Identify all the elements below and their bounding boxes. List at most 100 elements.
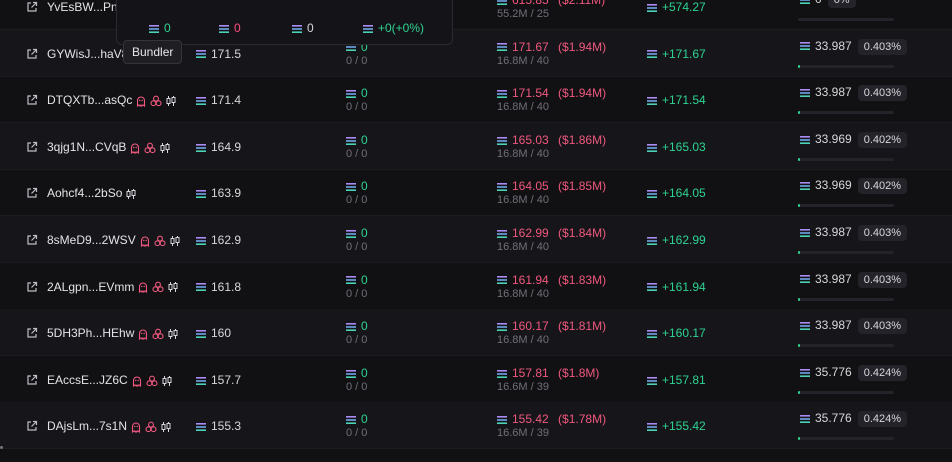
external-link-icon[interactable] <box>26 94 38 106</box>
bought-value: 0 <box>361 132 368 147</box>
external-link-icon[interactable] <box>26 234 38 246</box>
sold-sub: 16.8M / 40 <box>497 241 549 253</box>
external-link-icon[interactable] <box>26 281 38 293</box>
table-row[interactable]: Aohcf4...2bSo 163.9 0 0 / 0 164.05 ($1.85M) 1… <box>0 169 952 217</box>
wallet-address-text[interactable]: 5DH3Ph...HEhw <box>47 326 134 340</box>
sol-icon <box>647 236 657 245</box>
balance-value: 161.8 <box>211 279 242 294</box>
remaining-value: 35.776 <box>815 364 852 379</box>
summary-sold: 0 <box>219 21 241 35</box>
wallet-address[interactable]: YvEsBW...Pnu <box>47 0 124 14</box>
pnl-cell: +157.81 <box>647 373 706 387</box>
remaining-cell: 33.969 0.402% <box>800 178 908 195</box>
balance-cell: 171.5 <box>196 47 241 61</box>
external-link-icon[interactable] <box>26 141 38 153</box>
bought-cell: 0 <box>346 133 368 147</box>
sold-usd: ($1.8M) <box>558 365 600 380</box>
table-row[interactable]: DAjsLm...7s1N 155.3 0 0 / 0 155.42 ($1.78M) 1… <box>0 402 952 450</box>
remaining-progress-bar <box>798 64 894 68</box>
sol-icon <box>196 50 206 59</box>
sol-icon <box>497 369 507 378</box>
scroll-indicator <box>0 446 3 449</box>
sol-icon <box>800 415 810 424</box>
external-link-icon[interactable] <box>26 374 38 386</box>
bought-value: 0 <box>361 365 368 380</box>
sol-icon <box>647 190 657 199</box>
pnl-value: +155.42 <box>662 419 706 434</box>
wallet-address-text[interactable]: EAccsE...JZ6C <box>47 373 128 387</box>
remaining-progress-bar <box>798 390 894 394</box>
wallet-address-text[interactable]: Aohcf4...2bSo <box>47 186 122 200</box>
sold-sub: 16.8M / 40 <box>497 287 549 300</box>
ghost-icon <box>131 422 141 434</box>
wallet-address[interactable]: DAjsLm...7s1N <box>47 419 172 433</box>
sold-cell: 160.17 ($1.81M) <box>497 319 606 333</box>
table-row[interactable]: 3qjg1N...CVqB 164.9 0 0 / 0 165.03 ($1.86M) 1… <box>0 122 952 170</box>
sold-value: 171.67 <box>512 39 549 54</box>
sol-icon <box>800 275 810 284</box>
remaining-cell: 33.987 0.403% <box>800 85 908 102</box>
sold-value: 171.54 <box>512 86 549 101</box>
remaining-pct-badge: 0.424% <box>857 364 908 381</box>
external-link-icon[interactable] <box>26 327 38 339</box>
remaining-pct-badge: 0.402% <box>857 178 908 195</box>
sold-cell: 171.67 ($1.94M) <box>497 40 606 54</box>
remaining-progress-bar <box>798 251 894 254</box>
remaining-cell: 33.987 0.403% <box>800 271 908 288</box>
remaining-cell: 0 0% <box>800 0 856 8</box>
wallet-address-text[interactable]: GYWisJ...haV8 <box>47 47 128 61</box>
wallet-address[interactable]: EAccsE...JZ6C <box>47 373 173 387</box>
wallet-address-text[interactable]: YvEsBW...Pnu <box>47 0 124 14</box>
wallet-address-text[interactable]: 3qjg1N...CVqB <box>47 140 126 154</box>
remaining-progress-bar <box>798 204 894 208</box>
external-link-icon[interactable] <box>26 1 38 13</box>
sold-value: 161.94 <box>512 272 549 287</box>
bundle-icon <box>152 328 164 340</box>
sol-icon <box>647 50 657 59</box>
table-row[interactable]: 8sMeD9...2WSV 162.9 0 0 / 0 162.99 ($1.84M) 1… <box>0 216 952 263</box>
external-link-icon[interactable] <box>26 48 38 60</box>
wallet-address[interactable]: 5DH3Ph...HEhw <box>47 326 179 340</box>
sol-icon <box>497 136 507 145</box>
remaining-value: 33.987 <box>815 318 852 333</box>
external-link-icon[interactable] <box>26 187 38 199</box>
sold-usd: ($1.84M) <box>558 226 607 240</box>
wallet-address-text[interactable]: 8sMeD9...2WSV <box>47 233 136 247</box>
sol-icon <box>196 143 206 152</box>
sold-sub: 16.6M / 39 <box>497 380 549 393</box>
sold-cell: 157.81 ($1.8M) <box>497 366 599 380</box>
sol-icon <box>800 228 810 237</box>
sold-cell: 164.05 ($1.85M) <box>497 179 606 193</box>
bundle-icon <box>150 95 162 107</box>
wallet-address-text[interactable]: DAjsLm...7s1N <box>47 419 127 433</box>
pnl-cell: +171.67 <box>647 47 706 61</box>
wallet-address-text[interactable]: DTQXTb...asQc <box>47 93 132 107</box>
wallet-address[interactable]: DTQXTb...asQc <box>47 93 177 107</box>
external-link-icon[interactable] <box>26 420 38 432</box>
sol-icon <box>497 43 507 52</box>
sold-cell: 161.94 ($1.83M) <box>497 273 606 287</box>
bought-sub: 0 / 0 <box>346 54 368 67</box>
bundle-summary-panel: 0 0 0 +0(+0%) <box>116 0 453 45</box>
table-row[interactable]: DTQXTb...asQc 171.4 0 0 / 0 171.54 ($1.94M) 1… <box>0 76 952 124</box>
remaining-progress-bar <box>798 18 894 21</box>
sol-icon <box>149 24 159 33</box>
balance-value: 171.5 <box>211 46 242 61</box>
bought-sub: 0 / 0 <box>346 334 368 347</box>
wallet-address[interactable]: 2ALgpn...EVmm <box>47 280 179 294</box>
balance-value: 160 <box>211 326 232 341</box>
remaining-cell: 35.776 0.424% <box>800 364 908 381</box>
table-row[interactable]: 5DH3Ph...HEhw 160 0 0 / 0 160.17 ($1.81M) 16.… <box>0 309 952 357</box>
remaining-progress-fill <box>798 390 800 394</box>
wallet-address[interactable]: Aohcf4...2bSo <box>47 186 137 200</box>
wallet-address-text[interactable]: 2ALgpn...EVmm <box>47 280 134 294</box>
summary-pnl: +0(+0%) <box>363 21 424 35</box>
sold-usd: ($1.81M) <box>558 319 607 334</box>
table-row[interactable]: EAccsE...JZ6C 157.7 0 0 / 0 157.81 ($1.8M) 16… <box>0 356 952 403</box>
remaining-pct-badge: 0.424% <box>857 411 908 428</box>
table-row[interactable]: 2ALgpn...EVmm 161.8 0 0 / 0 161.94 ($1.83M) 1… <box>0 263 952 310</box>
sold-usd: ($2.11M) <box>558 0 606 7</box>
wallet-address[interactable]: 3qjg1N...CVqB <box>47 140 171 154</box>
wallet-address[interactable]: 8sMeD9...2WSV <box>47 233 181 247</box>
candle-chart-icon <box>162 375 172 386</box>
